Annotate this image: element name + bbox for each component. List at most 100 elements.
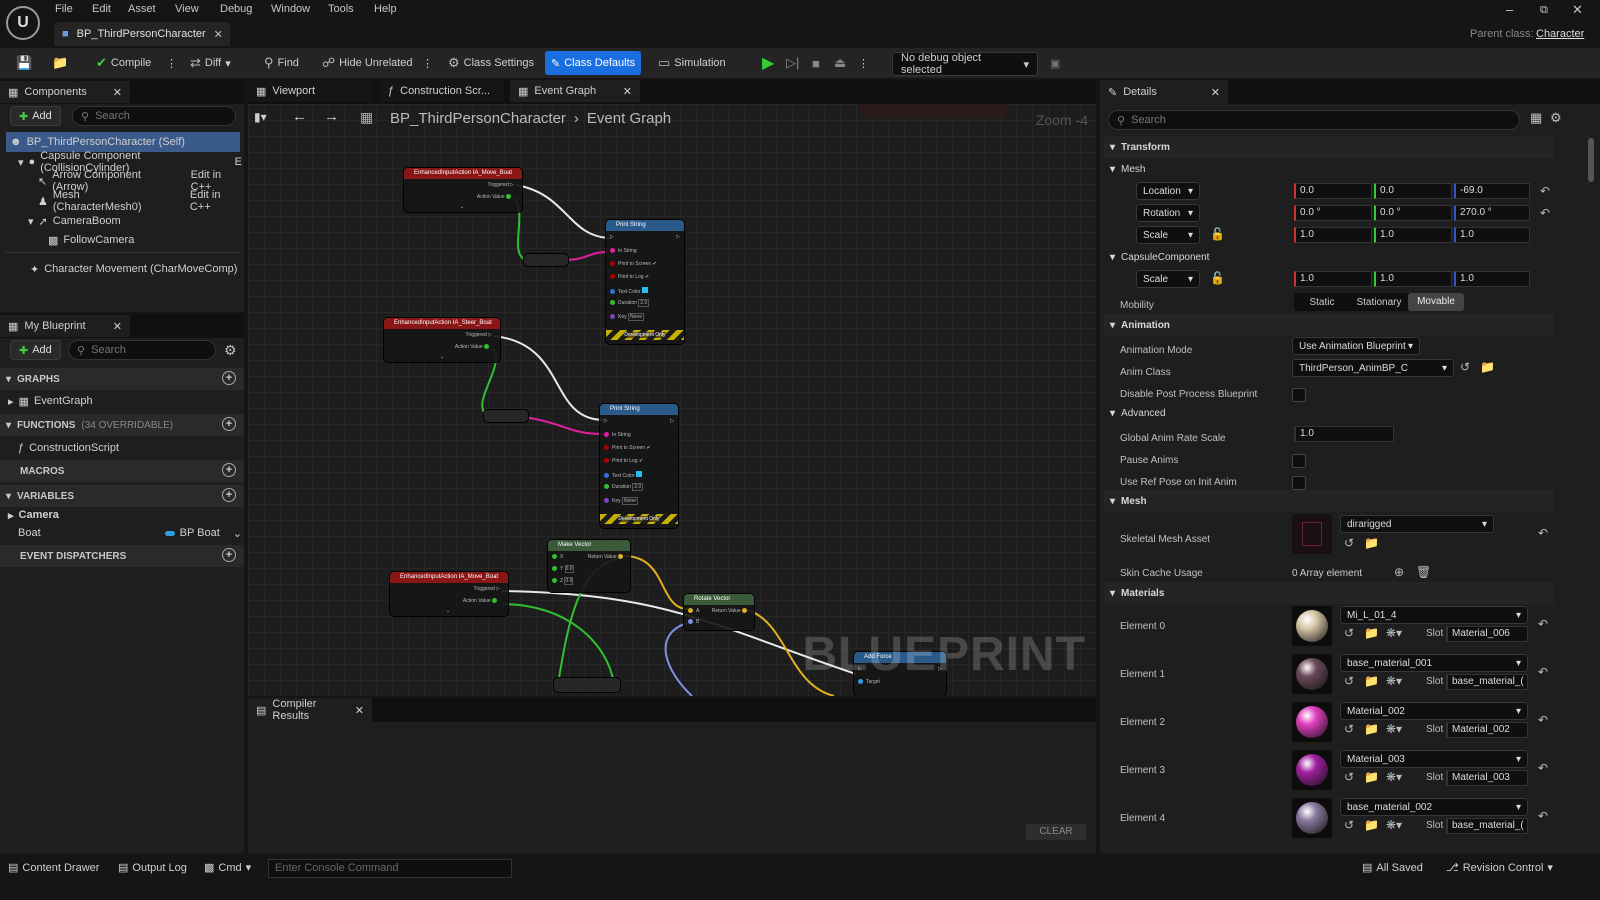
reset-icon[interactable]: ↶: [1540, 184, 1550, 198]
browse-icon[interactable]: 📁: [1364, 722, 1379, 736]
close-icon[interactable]: ✕: [113, 86, 122, 99]
close-icon[interactable]: ✕: [113, 320, 122, 333]
find-button[interactable]: ⚲ Find: [258, 51, 305, 75]
compiler-results-tab[interactable]: ▤ Compiler Results ✕: [248, 698, 372, 722]
material-dropdown[interactable]: Material_002 ▾: [1340, 702, 1528, 720]
components-search-input[interactable]: ⚲ Search: [72, 106, 236, 126]
print-to-screen-pin[interactable]: Print to Screen ✔: [604, 445, 651, 451]
key-pin[interactable]: Key None: [604, 497, 638, 505]
slot-input[interactable]: base_material_(: [1446, 818, 1528, 834]
menu-view[interactable]: View: [170, 3, 204, 15]
expand-icon[interactable]: ⌄: [440, 354, 444, 360]
browse-icon[interactable]: 📁: [1364, 536, 1379, 550]
use-selected-icon[interactable]: ↺: [1344, 536, 1354, 550]
use-selected-icon[interactable]: ↺: [1344, 770, 1354, 784]
output-log-button[interactable]: ▤ Output Log: [118, 861, 187, 875]
debug-filter-icon[interactable]: ▣: [1044, 51, 1066, 75]
compile-button[interactable]: ✔ Compile: [90, 51, 157, 75]
options-icon[interactable]: ❋▾: [1386, 770, 1402, 784]
input-action-node[interactable]: EnhancedInputAction IA_Steer_Boat Trigge…: [384, 318, 500, 362]
capsule-subsection[interactable]: ▾ CapsuleComponent: [1104, 246, 1554, 268]
use-ref-pose-checkbox[interactable]: [1292, 476, 1306, 490]
components-tab[interactable]: ▦ Components ✕: [0, 81, 130, 103]
my-blueprint-tab[interactable]: ▦ My Blueprint ✕: [0, 315, 130, 337]
details-tab[interactable]: ✎ Details ✕: [1100, 80, 1228, 104]
clear-button[interactable]: CLEAR: [1026, 824, 1086, 840]
location-y-input[interactable]: 0.0: [1374, 183, 1452, 199]
material-dropdown[interactable]: Material_003 ▾: [1340, 750, 1528, 768]
menu-help[interactable]: Help: [369, 3, 402, 15]
triggered-pin[interactable]: Triggered ▷: [488, 182, 514, 188]
rotation-x-input[interactable]: 0.0 °: [1294, 205, 1372, 221]
mobility-movable[interactable]: Movable: [1408, 293, 1464, 311]
lock-icon[interactable]: 🔓: [1210, 227, 1225, 241]
global-rate-input[interactable]: 1.0: [1294, 426, 1394, 442]
action-value-pin[interactable]: Action Value: [455, 344, 492, 350]
close-icon[interactable]: ✕: [1211, 86, 1220, 99]
hide-options-icon[interactable]: ⋮: [416, 51, 439, 75]
close-icon[interactable]: ✕: [355, 704, 364, 717]
tree-item-followcamera[interactable]: ▩ FollowCamera: [48, 230, 134, 250]
stop-icon[interactable]: ■: [806, 51, 826, 75]
tab-event-graph[interactable]: ▦ Event Graph ✕: [510, 80, 640, 102]
gear-icon[interactable]: ⚙: [224, 342, 237, 359]
details-search-input[interactable]: ⚲ Search: [1108, 110, 1520, 130]
reset-icon[interactable]: ↶: [1540, 206, 1550, 220]
slot-input[interactable]: base_material_(: [1446, 674, 1528, 690]
graphs-section[interactable]: ▾ GRAPHS +: [0, 368, 244, 390]
action-value-pin[interactable]: Action Value: [463, 598, 500, 604]
restore-icon[interactable]: ⧉: [1540, 4, 1548, 17]
return-value-pin[interactable]: Return Value: [712, 608, 750, 614]
cmd-dropdown[interactable]: ▩ Cmd ▾: [204, 861, 251, 875]
exec-out-pin[interactable]: ▷: [676, 234, 680, 240]
animation-section[interactable]: ▾ Animation: [1104, 314, 1554, 336]
browse-icon[interactable]: 📁: [46, 51, 74, 75]
location-x-input[interactable]: 0.0: [1294, 183, 1372, 199]
add-element-icon[interactable]: ⊕: [1394, 565, 1404, 579]
table-view-icon[interactable]: ▦: [1530, 110, 1542, 126]
unreal-logo-icon[interactable]: U: [6, 6, 40, 40]
conversion-node[interactable]: [554, 678, 620, 692]
rotation-y-input[interactable]: 0.0 °: [1374, 205, 1452, 221]
b-pin[interactable]: B: [688, 619, 699, 625]
reset-icon[interactable]: ↶: [1538, 665, 1548, 679]
add-variable-icon[interactable]: +: [222, 488, 236, 502]
menu-tools[interactable]: Tools: [323, 3, 359, 15]
reset-icon[interactable]: ↶: [1538, 713, 1548, 727]
camera-category[interactable]: ▸ Camera: [8, 505, 59, 525]
macros-section[interactable]: MACROS +: [0, 460, 244, 482]
exec-in-pin[interactable]: ▷: [610, 234, 614, 240]
lock-icon[interactable]: 🔓: [1210, 271, 1225, 285]
expand-icon[interactable]: ⌄: [446, 608, 450, 614]
tab-construction-script[interactable]: ƒ Construction Scr...: [380, 80, 504, 102]
menu-window[interactable]: Window: [266, 3, 315, 15]
print-to-log-pin[interactable]: Print to Log ✔: [610, 274, 649, 280]
make-vector-node[interactable]: Make Vector X Y 0.0 Z 0.0 Return Value: [548, 540, 630, 592]
minimize-icon[interactable]: –: [1506, 2, 1513, 17]
tree-item-mesh[interactable]: ♟ Mesh (CharacterMesh0) Edit in C++: [38, 189, 244, 213]
mesh-section[interactable]: ▾ Mesh: [1104, 490, 1554, 512]
capsule-scale-x-input[interactable]: 1.0: [1294, 271, 1372, 287]
text-color-pin[interactable]: Text Color: [604, 471, 642, 479]
anim-class-dropdown[interactable]: ThirdPerson_AnimBP_C ▾: [1292, 359, 1454, 377]
boat-variable[interactable]: Boat BP Boat ⌄: [18, 523, 242, 543]
exec-in-pin[interactable]: ▷: [604, 418, 608, 424]
eject-icon[interactable]: ⏏: [828, 51, 852, 75]
capsule-scale-dropdown[interactable]: Scale ▾: [1136, 270, 1200, 288]
rotation-z-input[interactable]: 270.0 °: [1454, 205, 1530, 221]
text-color-pin[interactable]: Text Color: [610, 287, 648, 295]
y-pin[interactable]: Y 0.0: [552, 565, 574, 573]
reset-icon[interactable]: ↶: [1538, 617, 1548, 631]
advanced-subsection[interactable]: ▾ Advanced: [1104, 402, 1554, 424]
mesh-subsection[interactable]: ▾ Mesh: [1104, 158, 1554, 180]
gear-icon[interactable]: ⚙: [1550, 110, 1562, 126]
event-graph-item[interactable]: ▸ ▦ EventGraph: [8, 391, 93, 411]
materials-section[interactable]: ▾ Materials: [1104, 582, 1554, 604]
menu-edit[interactable]: Edit: [87, 3, 116, 15]
class-settings-button[interactable]: ⚙ Class Settings: [442, 51, 540, 75]
capsule-scale-y-input[interactable]: 1.0: [1374, 271, 1452, 287]
tree-item-self[interactable]: ☻ BP_ThirdPersonCharacter (Self): [6, 132, 240, 152]
scale-x-input[interactable]: 1.0: [1294, 227, 1372, 243]
add-member-button[interactable]: ✚ Add: [10, 340, 61, 360]
use-selected-icon[interactable]: ↺: [1344, 818, 1354, 832]
